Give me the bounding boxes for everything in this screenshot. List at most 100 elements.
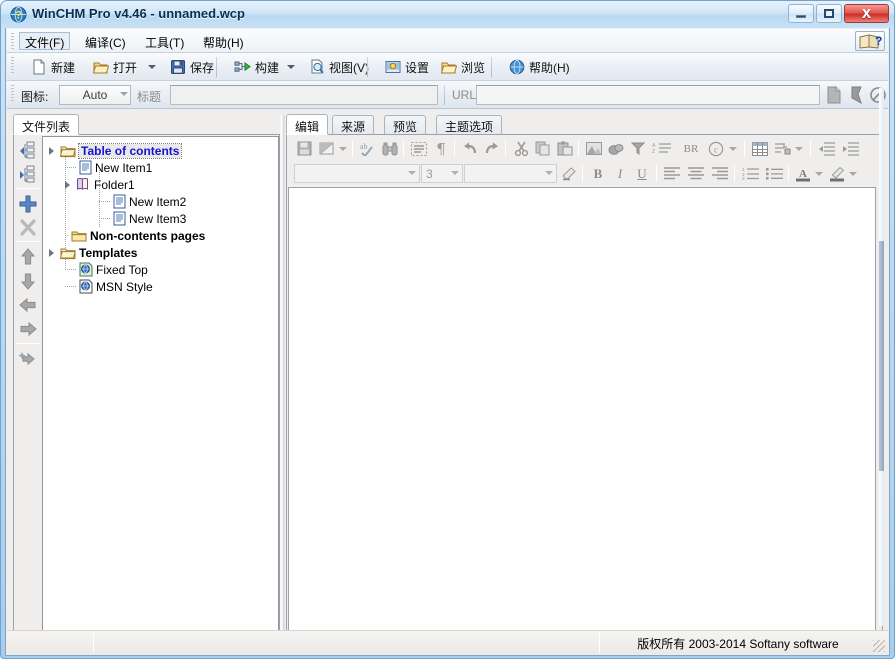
open-dropdown-arrow[interactable]: [148, 65, 156, 69]
insert-image-icon[interactable]: [584, 139, 604, 158]
tree-item-templates[interactable]: Templates: [49, 244, 137, 261]
tree-item-new-item1[interactable]: New Item1: [65, 159, 152, 176]
align-right-icon[interactable]: [710, 164, 730, 183]
tab-theme-options[interactable]: 主题选项: [436, 115, 503, 135]
insert-object-icon[interactable]: [606, 139, 626, 158]
build-dropdown-arrow[interactable]: [287, 65, 295, 69]
maximize-button[interactable]: [816, 4, 842, 23]
underline-button[interactable]: U: [632, 164, 652, 183]
edit-mode-icon[interactable]: [316, 139, 336, 158]
tab-preview[interactable]: 预览: [384, 115, 427, 135]
highlight-icon[interactable]: [828, 164, 846, 183]
font-color-button[interactable]: A: [794, 164, 812, 183]
move-up-icon[interactable]: [17, 246, 39, 268]
redo-icon[interactable]: [482, 139, 502, 158]
view-button[interactable]: 视图(V): [303, 56, 375, 78]
content-tree[interactable]: Table of contents New Item1 Folder1 New …: [42, 136, 279, 651]
undo-icon[interactable]: [460, 139, 480, 158]
insert-br-icon[interactable]: BR: [678, 139, 704, 158]
font-size-combo[interactable]: 3: [421, 164, 463, 183]
add-item-icon[interactable]: [17, 193, 39, 215]
url-input[interactable]: [476, 85, 820, 105]
tree-item-new-item2[interactable]: New Item2: [99, 193, 186, 210]
paste-icon[interactable]: [555, 139, 575, 158]
save-button[interactable]: 保存: [164, 56, 220, 78]
delete-item-icon[interactable]: [17, 217, 39, 239]
insert-symbol-icon[interactable]: c: [706, 139, 726, 158]
title-input[interactable]: [170, 85, 438, 105]
unordered-list-icon[interactable]: [764, 164, 784, 183]
tree-item-msn-style[interactable]: MSN Style: [65, 278, 153, 295]
insert-flash-icon[interactable]: [628, 139, 648, 158]
show-borders-icon[interactable]: [409, 139, 429, 158]
help-button[interactable]: 帮助(H): [503, 56, 576, 78]
save-icon[interactable]: [294, 139, 314, 158]
expand-all-icon[interactable]: [17, 139, 39, 161]
ordered-list-icon[interactable]: 1 2 3: [740, 164, 760, 183]
expander-icon[interactable]: [49, 248, 54, 257]
expander-icon[interactable]: [49, 146, 54, 155]
editor-content-area[interactable]: [288, 187, 876, 652]
editor-separator: [734, 165, 735, 182]
tab-edit[interactable]: 编辑: [286, 114, 329, 135]
vtoolbar-separator-2: [16, 241, 39, 242]
paragraph-style-combo[interactable]: [464, 164, 557, 183]
tree-item-folder1[interactable]: Folder1: [65, 176, 135, 193]
tree-item-non-contents-pages[interactable]: Non-contents pages: [65, 227, 205, 244]
bookmark-icon[interactable]: [847, 85, 866, 105]
highlight-dropdown-arrow[interactable]: [849, 172, 857, 176]
tab-file-list[interactable]: 文件列表: [13, 114, 80, 135]
find-binoculars-icon[interactable]: [380, 139, 400, 158]
insert-symbol-dropdown-arrow[interactable]: [729, 147, 737, 151]
menu-item-file[interactable]: 文件(F): [19, 32, 71, 50]
menu-item-help[interactable]: 帮助(H): [197, 32, 250, 50]
minimize-button[interactable]: [788, 4, 814, 23]
icon-combo[interactable]: Auto: [59, 85, 131, 105]
url-label: URL: [452, 88, 477, 102]
copy-icon[interactable]: [533, 139, 553, 158]
align-center-icon[interactable]: [686, 164, 706, 183]
insert-hyperlink-icon[interactable]: [772, 139, 792, 158]
menu-item-tools[interactable]: 工具(T): [139, 32, 190, 50]
property-drag-grip[interactable]: [11, 85, 14, 101]
insert-list-icon[interactable]: A Z: [650, 139, 674, 158]
tree-item-new-item3[interactable]: New Item3: [99, 210, 186, 227]
settings-button[interactable]: 设置: [379, 56, 435, 78]
paragraph-marks-icon[interactable]: ¶: [431, 139, 451, 158]
increase-indent-icon[interactable]: [840, 139, 860, 158]
new-button-label: 新建: [51, 60, 76, 75]
menu-drag-grip[interactable]: [11, 33, 14, 49]
toolbar-drag-grip[interactable]: [11, 57, 14, 73]
move-down-icon[interactable]: [17, 270, 39, 292]
align-left-icon[interactable]: [662, 164, 682, 183]
tab-source[interactable]: 来源: [332, 115, 375, 135]
bold-button[interactable]: B: [588, 164, 608, 183]
insert-hyperlink-dropdown-arrow[interactable]: [795, 147, 803, 151]
collapse-all-icon[interactable]: [17, 163, 39, 185]
font-family-combo[interactable]: [294, 164, 420, 183]
italic-button[interactable]: I: [610, 164, 630, 183]
clear-format-icon[interactable]: [558, 164, 578, 183]
window-scrollbar-thumb[interactable]: [879, 241, 884, 471]
spellcheck-icon[interactable]: ab: [358, 139, 378, 158]
new-button[interactable]: 新建: [25, 56, 81, 78]
edit-mode-dropdown-arrow[interactable]: [339, 147, 347, 151]
close-button[interactable]: X: [844, 4, 889, 23]
tree-item-table-of-contents[interactable]: Table of contents: [49, 142, 183, 159]
move-right-icon[interactable]: [17, 318, 39, 340]
menu-item-compile[interactable]: 编译(C): [79, 32, 132, 50]
tree-item-fixed-top[interactable]: Fixed Top: [65, 261, 148, 278]
expander-icon[interactable]: [65, 180, 70, 189]
help-book-button[interactable]: ?: [855, 31, 885, 51]
insert-table-icon[interactable]: [750, 139, 770, 158]
build-button[interactable]: 构建: [228, 56, 285, 78]
open-button[interactable]: 打开: [87, 56, 143, 78]
decrease-indent-icon[interactable]: [816, 139, 836, 158]
page-icon[interactable]: [825, 85, 844, 105]
move-left-icon[interactable]: [17, 294, 39, 316]
resize-grip[interactable]: [873, 640, 885, 652]
cut-icon[interactable]: [511, 139, 531, 158]
browse-button[interactable]: 浏览: [435, 56, 491, 78]
move-to-icon[interactable]: [17, 348, 39, 370]
font-color-dropdown-arrow[interactable]: [815, 172, 823, 176]
